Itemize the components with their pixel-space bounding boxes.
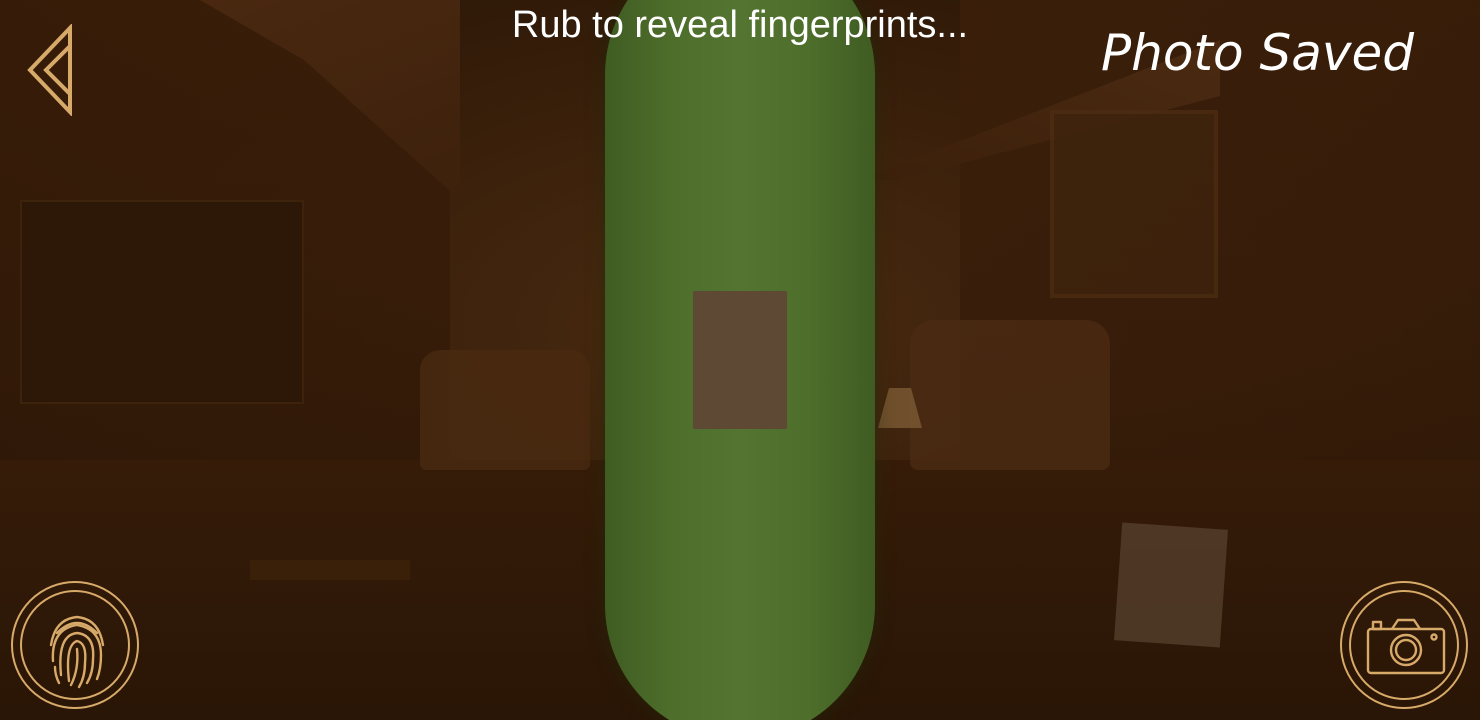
- room-note-paper: [1114, 522, 1228, 648]
- camera-icon: [1366, 618, 1446, 675]
- fingerprint-tool-button[interactable]: [11, 581, 139, 709]
- photo-saved-status: Photo Saved: [1101, 24, 1414, 82]
- fingerprint-icon: [49, 615, 105, 689]
- camera-button[interactable]: [1340, 581, 1468, 709]
- room-cabinet: [20, 200, 304, 404]
- back-button[interactable]: [24, 23, 78, 117]
- room-armchair-right: [910, 320, 1110, 470]
- room-painting: [1050, 110, 1218, 298]
- room-armchair-left: [420, 350, 590, 470]
- game-scene: Rub to reveal fingerprints... Photo Save…: [0, 0, 1480, 720]
- fingerprint-rub-area[interactable]: [693, 291, 787, 429]
- room-table: [250, 560, 410, 580]
- back-arrow-icon: [27, 23, 72, 117]
